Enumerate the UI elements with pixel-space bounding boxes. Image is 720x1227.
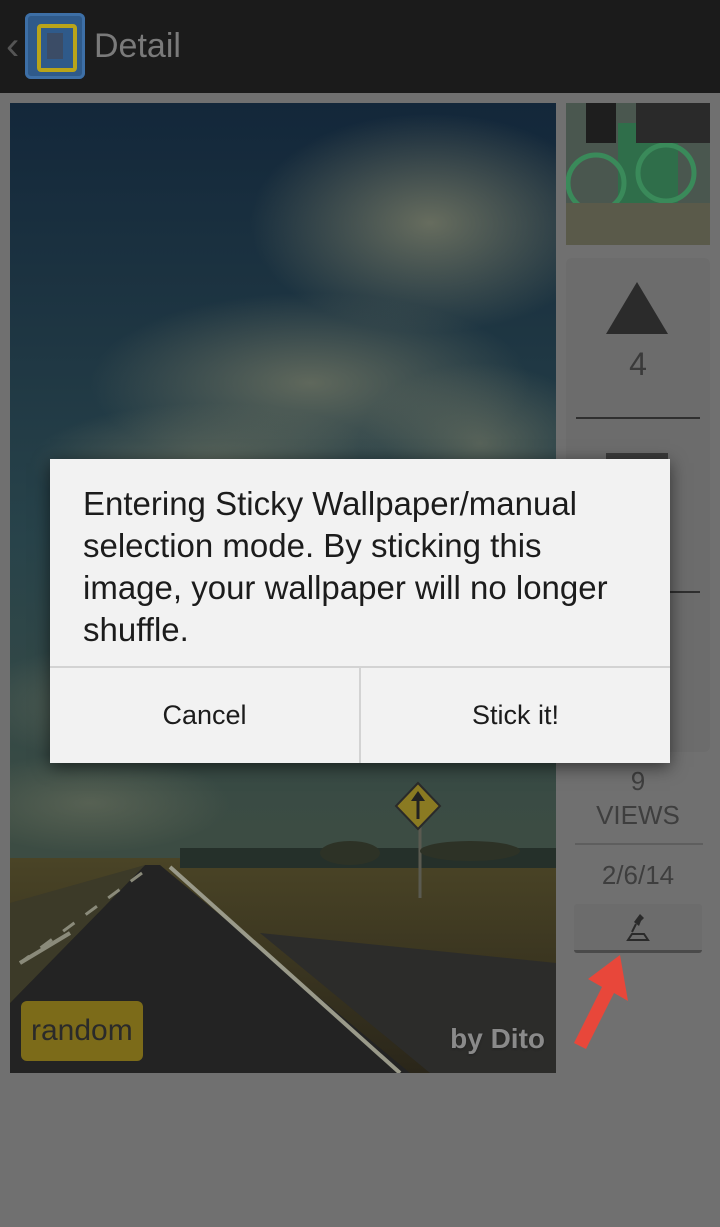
thumbnail-image <box>566 103 710 245</box>
views-count: 9 <box>630 766 646 796</box>
sticky-wallpaper-dialog: Entering Sticky Wallpaper/manual selecti… <box>50 459 670 763</box>
sidebar-divider <box>575 843 703 845</box>
stick-it-button[interactable]: Stick it! <box>361 668 670 763</box>
views-label: VIEWS <box>596 800 680 830</box>
annotation-arrow-icon <box>574 955 628 1049</box>
upvote-arrow-icon[interactable] <box>606 282 668 334</box>
thumbnail-preview[interactable] <box>566 103 710 245</box>
photo-credit: by Dito <box>450 1023 545 1054</box>
action-bar: ‹ Detail <box>0 0 720 93</box>
dialog-message: Entering Sticky Wallpaper/manual selecti… <box>83 485 608 648</box>
app-logo-core <box>47 33 63 59</box>
page-title: Detail <box>94 27 181 65</box>
stick-wallpaper-button[interactable] <box>574 904 702 953</box>
vote-count: 4 <box>629 346 647 382</box>
app-logo-icon[interactable] <box>25 13 85 79</box>
cancel-button[interactable]: Cancel <box>50 668 359 763</box>
random-badge[interactable]: random <box>21 1001 143 1061</box>
upload-date: 2/6/14 <box>601 860 675 890</box>
screen: ‹ Detail random by Dito 4 9 VIEWS 2/6/14… <box>0 0 720 1227</box>
pushpin-icon <box>626 914 650 941</box>
vote-divider <box>576 417 700 419</box>
